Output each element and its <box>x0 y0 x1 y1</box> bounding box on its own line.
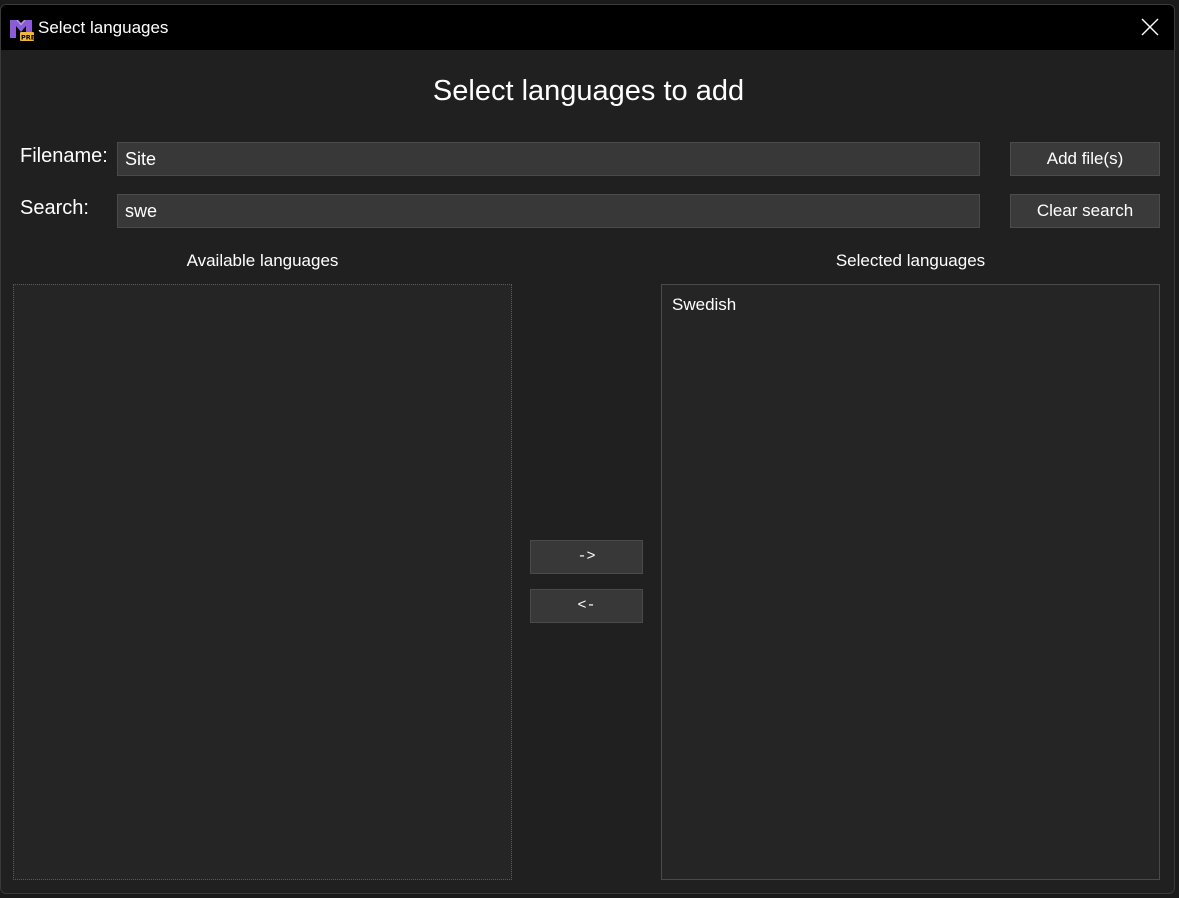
visual-studio-preview-icon: PRE <box>8 16 35 42</box>
svg-text:PRE: PRE <box>21 34 34 42</box>
selected-languages-header: Selected languages <box>835 251 986 270</box>
close-icon <box>1141 18 1159 36</box>
search-input[interactable] <box>117 194 980 228</box>
clear-search-button[interactable]: Clear search <box>1010 194 1160 228</box>
available-languages-header: Available languages <box>186 251 339 270</box>
title-bar[interactable]: PRE Select languages <box>1 5 1174 50</box>
select-languages-window: PRE Select languages Select languages to… <box>0 4 1175 894</box>
window-title: Select languages <box>38 18 169 37</box>
close-button[interactable] <box>1126 5 1174 50</box>
selected-languages-list[interactable]: Swedish <box>661 284 1160 880</box>
list-item[interactable]: Swedish <box>662 285 1159 315</box>
filename-label: Filename: <box>20 145 108 167</box>
move-right-button[interactable]: -> <box>530 540 643 574</box>
available-languages-list[interactable] <box>13 284 512 880</box>
move-left-button[interactable]: <- <box>530 589 643 623</box>
filename-input[interactable] <box>117 142 980 176</box>
search-label: Search: <box>20 197 89 219</box>
add-files-button[interactable]: Add file(s) <box>1010 142 1160 176</box>
dialog-heading: Select languages to add <box>432 75 745 107</box>
